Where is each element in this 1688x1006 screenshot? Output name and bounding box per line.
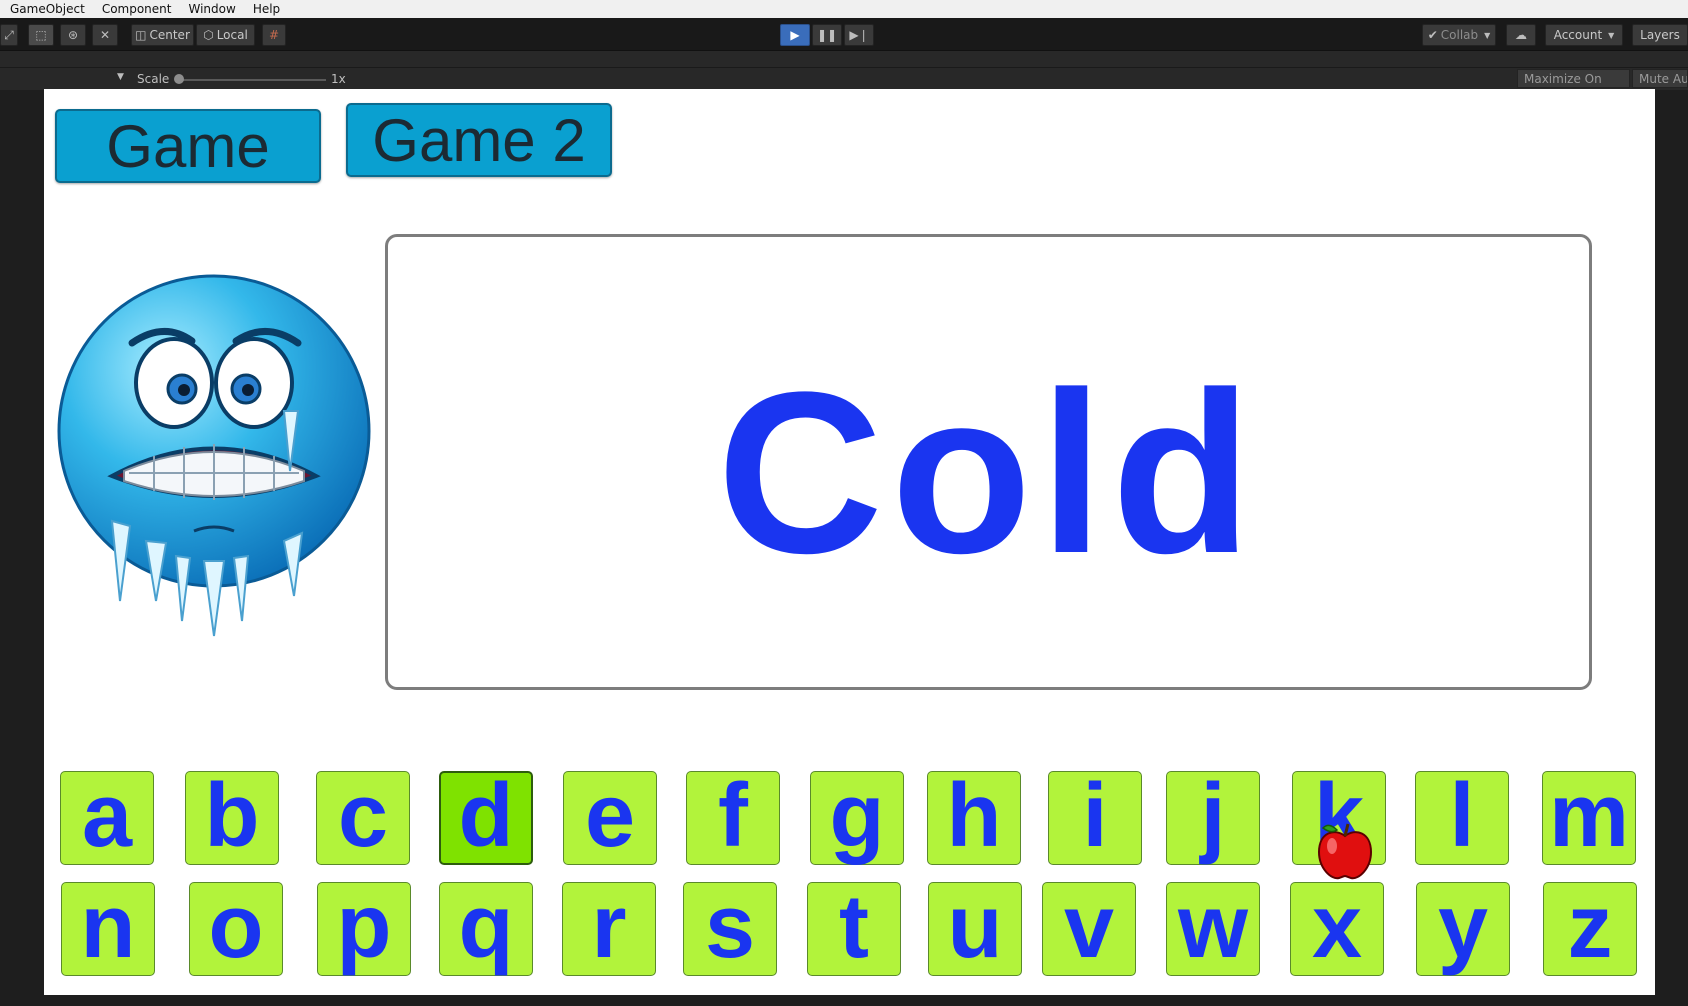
- layers-dropdown[interactable]: Layers: [1632, 24, 1688, 46]
- space-local-toggle[interactable]: ⬡ Local: [196, 24, 255, 46]
- letter-key-l[interactable]: l: [1415, 771, 1509, 865]
- tools-icon: ✕: [99, 28, 111, 42]
- letter-key-i[interactable]: i: [1048, 771, 1142, 865]
- scale-label: Scale: [137, 72, 170, 86]
- pivot-center-toggle[interactable]: ◫ Center: [131, 24, 194, 46]
- scale-slider-track[interactable]: [178, 79, 326, 81]
- game-2-button[interactable]: Game 2: [346, 103, 612, 177]
- transform-icon: ⤢: [4, 28, 14, 42]
- collab-dropdown[interactable]: ✔ Collab ▼: [1422, 24, 1496, 46]
- display-dropdown-icon[interactable]: ▼: [117, 72, 124, 82]
- freezing-face-picture: [57, 274, 371, 637]
- cloud-icon: ☁: [1515, 28, 1527, 42]
- pause-button[interactable]: ❚❚: [812, 24, 842, 46]
- space-label: Local: [216, 28, 248, 42]
- mute-audio-toggle[interactable]: Mute Aud: [1632, 69, 1688, 88]
- menu-gameobject[interactable]: GameObject: [0, 0, 92, 18]
- play-button[interactable]: ▶: [780, 24, 810, 46]
- play-icon: ▶: [790, 28, 800, 42]
- letter-key-x[interactable]: x: [1290, 882, 1384, 976]
- letter-key-u[interactable]: u: [928, 882, 1022, 976]
- letter-key-q[interactable]: q: [439, 882, 533, 976]
- cube-icon: ⬡: [203, 28, 214, 42]
- scale-value: 1x: [331, 72, 346, 86]
- game-view-tab-strip: [0, 51, 1688, 67]
- maximize-on-play-toggle[interactable]: Maximize On Play: [1517, 69, 1630, 104]
- letter-key-f[interactable]: f: [686, 771, 780, 865]
- rect-transform-tool-button[interactable]: ⤢: [0, 24, 18, 46]
- letter-key-p[interactable]: p: [317, 882, 411, 976]
- apple-cursor-icon: [1317, 823, 1373, 880]
- game-canvas: Game Game 2 Cold a b c d e f g h i j k l…: [44, 89, 1655, 995]
- letter-key-a[interactable]: a: [60, 771, 154, 865]
- letter-key-v[interactable]: v: [1042, 882, 1136, 976]
- step-icon: ▶❘: [849, 28, 869, 42]
- menu-component[interactable]: Component: [92, 0, 179, 18]
- grid-snap-button[interactable]: #: [262, 24, 286, 46]
- letter-key-g[interactable]: g: [810, 771, 904, 865]
- step-button[interactable]: ▶❘: [844, 24, 874, 46]
- rect-tool-button[interactable]: ⬚: [28, 24, 54, 46]
- word-display-box: Cold: [385, 234, 1592, 690]
- letter-key-j[interactable]: j: [1166, 771, 1260, 865]
- account-dropdown[interactable]: Account ▼: [1545, 24, 1623, 46]
- letter-key-c[interactable]: c: [316, 771, 410, 865]
- letter-key-e[interactable]: e: [563, 771, 657, 865]
- menu-window[interactable]: Window: [178, 0, 242, 18]
- pivot-label: Center: [149, 28, 190, 42]
- custom-tool-button[interactable]: ✕: [92, 24, 118, 46]
- word-text: Cold: [717, 343, 1260, 601]
- pivot-icon: ◫: [135, 28, 147, 42]
- letter-key-n[interactable]: n: [61, 882, 155, 976]
- rect-tool-icon: ⬚: [35, 28, 47, 42]
- menu-bar: GameObject Component Window Help: [0, 0, 1688, 18]
- letter-key-b[interactable]: b: [185, 771, 279, 865]
- letter-key-s[interactable]: s: [683, 882, 777, 976]
- transform-all-tool-button[interactable]: ⊛: [60, 24, 86, 46]
- cloud-button[interactable]: ☁: [1506, 24, 1536, 46]
- letter-key-d[interactable]: d: [439, 771, 533, 865]
- letter-key-r[interactable]: r: [562, 882, 656, 976]
- chevron-down-icon: ▼: [1484, 30, 1491, 40]
- game-button[interactable]: Game: [55, 109, 321, 183]
- collab-label: Collab: [1440, 28, 1479, 42]
- scale-slider-handle[interactable]: [174, 74, 184, 84]
- letter-key-z[interactable]: z: [1543, 882, 1637, 976]
- toolbar: ⤢ ⬚ ⊛ ✕ ◫ Center ⬡ Local # ▶ ❚❚ ▶❘ ✔ Col…: [0, 18, 1688, 51]
- pause-icon: ❚❚: [816, 28, 838, 42]
- layers-label: Layers: [1640, 28, 1680, 42]
- letter-key-o[interactable]: o: [189, 882, 283, 976]
- menu-help[interactable]: Help: [243, 0, 287, 18]
- letter-key-t[interactable]: t: [807, 882, 901, 976]
- chevron-down-icon: ▼: [1608, 30, 1615, 40]
- check-circle-icon: ✔: [1427, 28, 1438, 42]
- letter-key-m[interactable]: m: [1542, 771, 1636, 865]
- letter-key-h[interactable]: h: [927, 771, 1021, 865]
- game-view-header: ▼ Scale 1x Maximize On Play Mute Aud: [0, 67, 1688, 104]
- account-label: Account: [1553, 28, 1603, 42]
- transform-all-icon: ⊛: [67, 28, 79, 42]
- letter-key-y[interactable]: y: [1416, 882, 1510, 976]
- grid-icon: #: [268, 28, 280, 42]
- letter-key-w[interactable]: w: [1166, 882, 1260, 976]
